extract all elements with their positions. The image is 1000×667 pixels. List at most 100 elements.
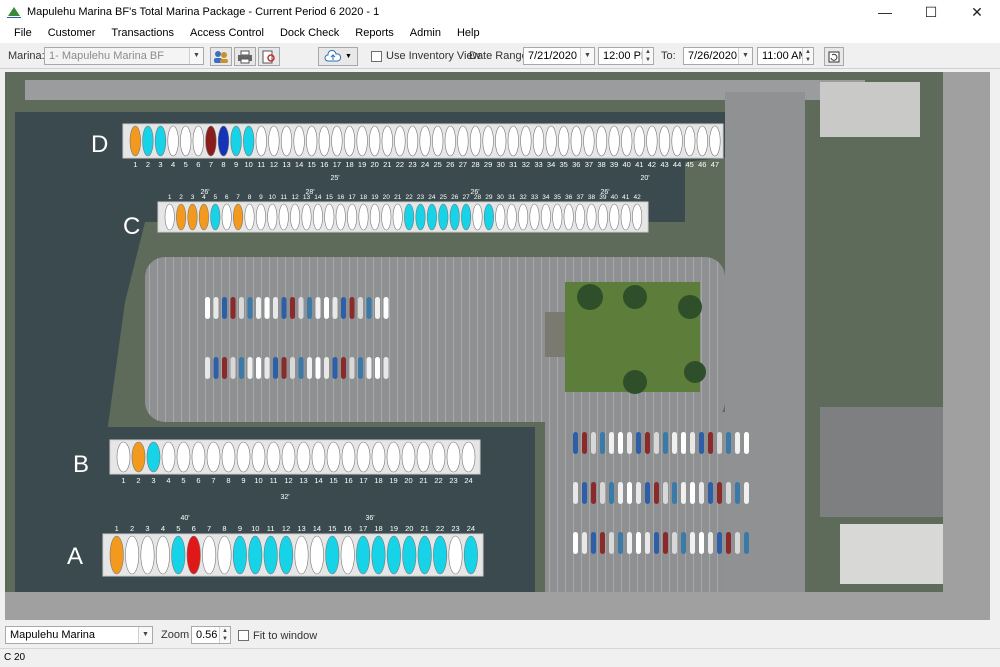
slip[interactable] (312, 203, 323, 231)
slip[interactable] (217, 535, 232, 575)
fit-to-window-checkbox[interactable] (238, 630, 249, 641)
marina-map-canvas[interactable]: D1 2 3 4 5 6 7 8 9 10 11 12 13 14 15 16 17 18 19 20 21 22 23 24… (5, 72, 943, 592)
marina-select[interactable]: 1- Mapulehu Marina BF ▼ (44, 47, 204, 65)
slip[interactable] (570, 125, 582, 157)
slip[interactable] (457, 125, 469, 157)
slip[interactable] (671, 125, 683, 157)
time-spinner-icon[interactable]: ▲ ▼ (642, 48, 653, 64)
menu-access-control[interactable]: Access Control (182, 24, 272, 43)
time-spinner-icon[interactable]: ▲ ▼ (802, 48, 813, 64)
slip[interactable] (267, 203, 278, 231)
slip[interactable] (658, 125, 671, 157)
slip[interactable] (633, 125, 645, 157)
slip[interactable] (192, 125, 204, 157)
view-select[interactable]: Mapulehu Marina ▼ (5, 626, 153, 644)
slip[interactable] (131, 441, 146, 473)
slip[interactable] (558, 125, 570, 157)
slip[interactable] (263, 535, 278, 575)
slip[interactable] (469, 125, 482, 157)
slip[interactable] (696, 125, 708, 157)
menu-file[interactable]: File (6, 24, 40, 43)
slip[interactable] (230, 125, 242, 157)
slip[interactable] (180, 125, 192, 157)
slip[interactable] (545, 125, 557, 157)
slip[interactable] (401, 441, 416, 473)
slip[interactable] (532, 125, 545, 157)
slip[interactable] (432, 125, 444, 157)
slip[interactable] (109, 535, 124, 575)
slip[interactable] (620, 203, 631, 231)
slip[interactable] (495, 203, 506, 231)
slip[interactable] (597, 203, 608, 231)
slip[interactable] (167, 125, 179, 157)
slip[interactable] (154, 125, 167, 157)
slip[interactable] (335, 203, 346, 231)
slip[interactable] (279, 535, 294, 575)
slip[interactable] (709, 125, 721, 157)
slip[interactable] (419, 125, 431, 157)
slip[interactable] (296, 441, 311, 473)
menu-dock-check[interactable]: Dock Check (272, 24, 347, 43)
slip[interactable] (155, 535, 170, 575)
menu-admin[interactable]: Admin (402, 24, 449, 43)
slip[interactable] (632, 203, 643, 231)
slip[interactable] (311, 441, 326, 473)
slip[interactable] (609, 203, 620, 231)
slip[interactable] (518, 203, 529, 231)
slip[interactable] (255, 125, 267, 157)
use-inventory-view-checkbox[interactable] (371, 51, 382, 62)
slip[interactable] (248, 535, 263, 575)
slip[interactable] (433, 535, 448, 575)
slip[interactable] (595, 125, 608, 157)
slip[interactable] (438, 203, 449, 231)
slip[interactable] (621, 125, 633, 157)
slip[interactable] (381, 203, 392, 231)
slip[interactable] (463, 535, 478, 575)
slip[interactable] (356, 535, 371, 575)
slip[interactable] (191, 441, 206, 473)
slip[interactable] (266, 441, 281, 473)
slip[interactable] (176, 441, 191, 473)
menu-transactions[interactable]: Transactions (103, 24, 182, 43)
slip[interactable] (206, 441, 221, 473)
refresh-map-button[interactable] (824, 47, 844, 66)
slip[interactable] (417, 535, 432, 575)
slip[interactable] (356, 441, 371, 473)
slip[interactable] (406, 125, 419, 157)
slip[interactable] (343, 125, 356, 157)
slip[interactable] (202, 535, 217, 575)
slip[interactable] (404, 203, 415, 231)
slip[interactable] (161, 441, 176, 473)
slip[interactable] (268, 125, 280, 157)
slip[interactable] (416, 441, 431, 473)
slip[interactable] (392, 203, 403, 231)
slip[interactable] (540, 203, 551, 231)
slip[interactable] (146, 441, 161, 473)
slip[interactable] (358, 203, 369, 231)
slip[interactable] (125, 535, 140, 575)
slip[interactable] (176, 203, 187, 231)
slip[interactable] (280, 125, 293, 157)
close-button[interactable]: ✕ (954, 0, 1000, 24)
slip[interactable] (356, 125, 368, 157)
slip[interactable] (646, 125, 658, 157)
slip[interactable] (293, 125, 305, 157)
slip[interactable] (449, 203, 460, 231)
slip[interactable] (164, 203, 175, 231)
start-date-picker[interactable]: 7/21/2020 ▼ (523, 47, 595, 65)
slip[interactable] (426, 203, 437, 231)
slip[interactable] (563, 203, 574, 231)
slip[interactable] (236, 441, 251, 473)
slip[interactable] (221, 441, 236, 473)
slip[interactable] (684, 125, 696, 157)
slip[interactable] (552, 203, 563, 231)
slip[interactable] (187, 203, 198, 231)
slip[interactable] (507, 125, 519, 157)
end-time-input[interactable]: 11:00 AM ▲ ▼ (757, 47, 814, 65)
slip[interactable] (381, 125, 393, 157)
slip[interactable] (116, 441, 131, 473)
slip[interactable] (217, 125, 230, 157)
menu-customer[interactable]: Customer (40, 24, 104, 43)
slip[interactable] (301, 203, 312, 231)
upload-dropdown-button[interactable]: ▼ (318, 47, 358, 66)
